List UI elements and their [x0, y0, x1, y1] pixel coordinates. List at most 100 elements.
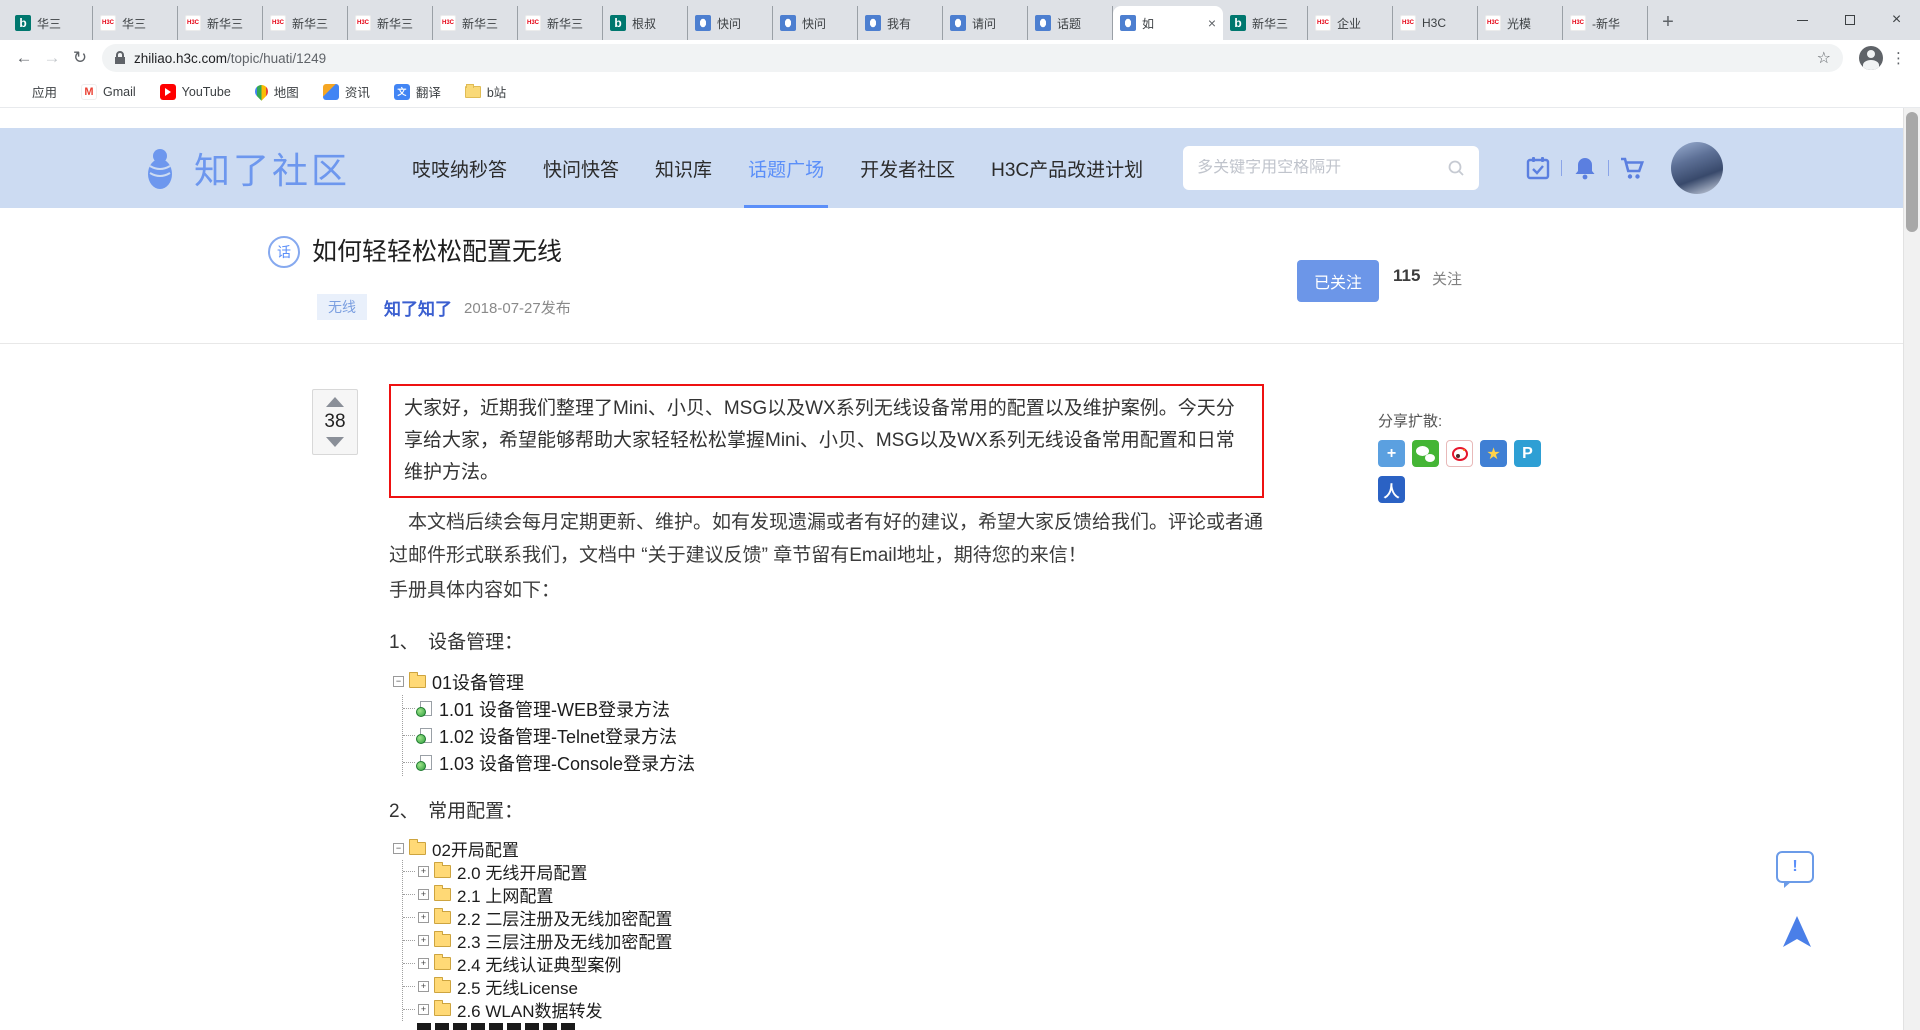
follow-button[interactable]: 已关注 [1297, 260, 1380, 302]
tree-item[interactable]: +2.4 无线认证典型案例 [403, 952, 1264, 975]
tree-item[interactable]: 1.03 设备管理-Console登录方法 [403, 749, 1264, 776]
tab-label: 新华三 [207, 16, 244, 31]
cart-icon[interactable] [1615, 155, 1649, 181]
header-search-input[interactable] [1197, 159, 1448, 177]
feedback-bubble-icon[interactable]: ! [1776, 851, 1814, 888]
browser-tab[interactable]: 快问 [773, 6, 858, 40]
baidu-share-icon[interactable]: P [1514, 440, 1541, 467]
tree-root-row[interactable]: − 01设备管理 [393, 668, 1264, 695]
collapse-minus-icon[interactable]: − [393, 676, 404, 687]
topic-tag[interactable]: 无线 [317, 294, 367, 320]
topic-author[interactable]: 知了知了 [384, 295, 452, 320]
browser-tab[interactable]: H3C 新华三 [348, 6, 433, 40]
tree-item[interactable]: +2.6 WLAN数据转发 [403, 998, 1264, 1021]
paragraph-toc: 手册具体内容如下： [389, 580, 561, 601]
share-more-icon[interactable]: + [1378, 440, 1405, 467]
folder-icon [409, 672, 426, 688]
browser-tab[interactable]: 话题 [1028, 6, 1113, 40]
forward-button[interactable]: → [38, 44, 66, 72]
notifications-bell-icon[interactable] [1568, 156, 1602, 180]
share-icons: + ★ P 人 [1378, 440, 1573, 503]
folder-icon [434, 977, 451, 993]
browser-tab[interactable]: H3C 新华三 [178, 6, 263, 40]
tree-root-row[interactable]: − 02开局配置 [393, 837, 1264, 860]
wechat-share-icon[interactable] [1412, 440, 1439, 467]
browser-tab[interactable]: H3C 光模 [1478, 6, 1563, 40]
expand-plus-icon[interactable]: + [418, 912, 429, 923]
bookmark-item[interactable]: b站 [464, 82, 506, 101]
browser-tab[interactable]: H3C 新华三 [518, 6, 603, 40]
browser-tab[interactable]: 我有 [858, 6, 943, 40]
expand-plus-icon[interactable]: + [418, 866, 429, 877]
tree-item[interactable]: +2.5 无线License [403, 975, 1264, 998]
expand-plus-icon[interactable]: + [418, 1004, 429, 1015]
bookmark-item[interactable]: 应用 [12, 82, 57, 101]
browser-tab[interactable]: b 华三 [8, 6, 93, 40]
main-nav: 吱吱纳秒答 快问快答 知识库 话题广场 开发者社区 H3C产品改进计划 [394, 128, 1161, 208]
page-scrollbar[interactable] [1903, 108, 1920, 1030]
follow-count: 115 [1393, 266, 1421, 285]
tree-item[interactable]: +2.2 二层注册及无线加密配置 [403, 906, 1264, 929]
nav-item[interactable]: 开发者社区 [842, 128, 973, 208]
qzone-share-icon[interactable]: ★ [1480, 440, 1507, 467]
browser-tab[interactable]: H3C -新华 [1563, 6, 1648, 40]
bookmark-item[interactable]: 地图 [252, 82, 299, 101]
nav-item[interactable]: 知识库 [637, 128, 730, 208]
tree-item[interactable]: +2.0 无线开局配置 [403, 860, 1264, 883]
browser-tab[interactable]: H3C 华三 [93, 6, 178, 40]
back-button[interactable]: ← [10, 44, 38, 72]
expand-plus-icon[interactable]: + [418, 958, 429, 969]
address-bar[interactable]: zhiliao.h3c.com/topic/huati/1249 ☆ [102, 44, 1843, 72]
bookmark-item[interactable]: YouTube [159, 83, 231, 100]
bookmark-item[interactable]: 资讯 [322, 82, 370, 101]
scrollbar-thumb[interactable] [1906, 112, 1918, 232]
bookmark-item[interactable]: M Gmail [81, 83, 136, 100]
back-to-top-icon[interactable] [1782, 916, 1812, 948]
close-tab-icon[interactable]: × [1208, 15, 1216, 31]
search-icon[interactable] [1447, 159, 1465, 177]
nav-item[interactable]: 话题广场 [730, 128, 842, 208]
browser-tab[interactable]: b 新华三 [1223, 6, 1308, 40]
browser-tab[interactable]: 如 × [1113, 6, 1223, 40]
browser-tab[interactable]: H3C 新华三 [433, 6, 518, 40]
maximize-button[interactable] [1826, 0, 1873, 40]
browser-profile-icon[interactable] [1859, 46, 1883, 70]
browser-tab[interactable]: 请问 [943, 6, 1028, 40]
nav-item[interactable]: 快问快答 [525, 128, 637, 208]
expand-plus-icon[interactable]: + [418, 981, 429, 992]
browser-menu-icon[interactable]: ⋮ [1891, 49, 1906, 67]
tree-item-label: 2.5 无线License [457, 979, 578, 998]
browser-tab[interactable]: H3C H3C [1393, 6, 1478, 40]
tree-item[interactable]: +2.3 三层注册及无线加密配置 [403, 929, 1264, 952]
close-window-button[interactable]: × [1873, 0, 1920, 40]
tree-item[interactable]: 1.02 设备管理-Telnet登录方法 [403, 722, 1264, 749]
header-search-box[interactable] [1183, 146, 1480, 190]
site-logo[interactable]: 知了社区 [138, 142, 350, 194]
reload-button[interactable]: ↻ [66, 44, 94, 72]
collapse-minus-icon[interactable]: − [393, 843, 404, 854]
expand-plus-icon[interactable]: + [418, 889, 429, 900]
bookmark-label: Gmail [103, 84, 136, 99]
weibo-share-icon[interactable] [1446, 440, 1473, 467]
bookmark-item[interactable]: 文翻译 [393, 82, 441, 101]
nav-item[interactable]: H3C产品改进计划 [973, 128, 1161, 208]
paragraph-update: 本文档后续会每月定期更新、维护。如有发现遗漏或者有好的建议，希望大家反馈给我们。… [389, 512, 1264, 566]
browser-tab[interactable]: H3C 新华三 [263, 6, 348, 40]
tree-item[interactable]: +2.1 上网配置 [403, 883, 1264, 906]
downvote-icon[interactable] [326, 437, 344, 447]
user-avatar[interactable] [1671, 142, 1724, 194]
share-block: 分享扩散: + ★ P 人 [1378, 410, 1638, 503]
tree-item[interactable]: 1.01 设备管理-WEB登录方法 [403, 695, 1264, 722]
bookmark-star-icon[interactable]: ☆ [1817, 48, 1831, 68]
renren-share-icon[interactable]: 人 [1378, 476, 1405, 503]
browser-tab[interactable]: H3C 企业 [1308, 6, 1393, 40]
browser-tab[interactable]: b 根叔 [603, 6, 688, 40]
tab-label: 请问 [972, 16, 997, 31]
upvote-icon[interactable] [326, 397, 344, 407]
minimize-button[interactable] [1779, 0, 1826, 40]
new-tab-button[interactable]: + [1654, 8, 1682, 36]
nav-item[interactable]: 吱吱纳秒答 [394, 128, 525, 208]
browser-tab[interactable]: 快问 [688, 6, 773, 40]
tasks-icon[interactable] [1521, 156, 1555, 180]
expand-plus-icon[interactable]: + [418, 935, 429, 946]
